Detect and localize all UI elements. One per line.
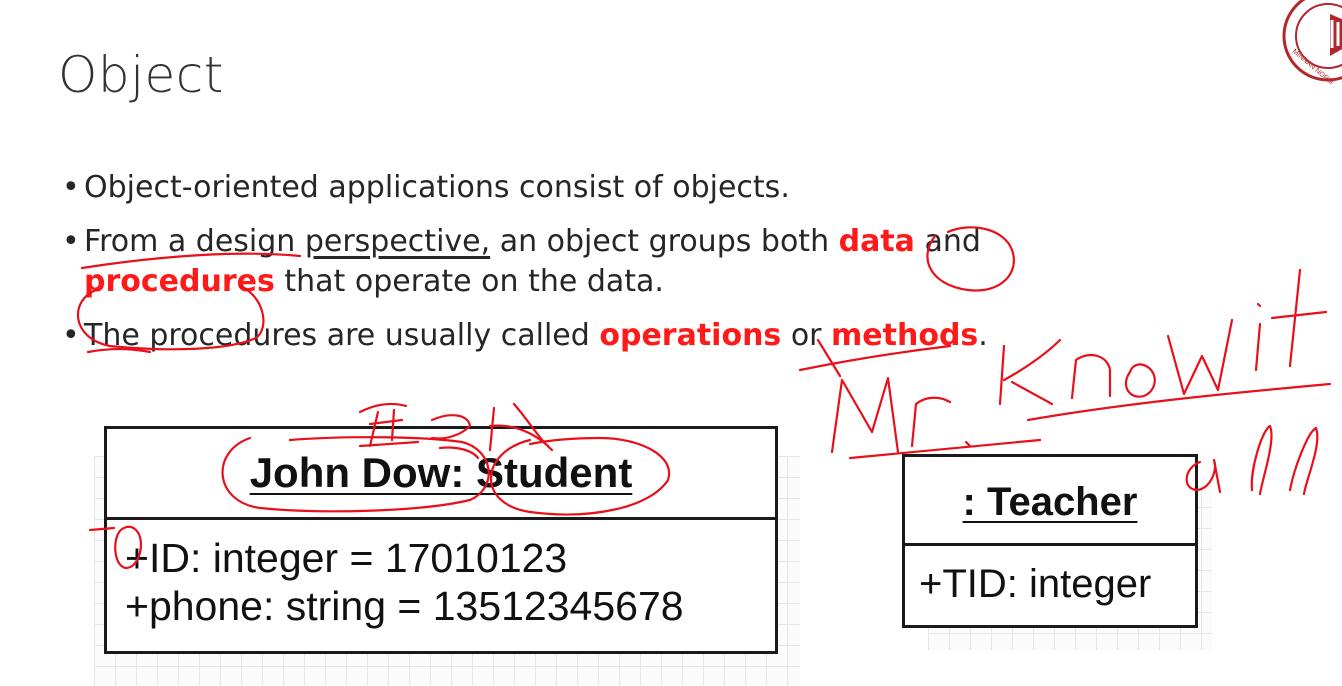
bullet-2-text-c: and [914, 224, 981, 259]
keyword-procedures: procedures [84, 264, 275, 299]
bullet-3-text-a: The procedures are usually called [84, 318, 600, 353]
bullet-2-text-a: From a design [84, 224, 305, 259]
bullet-1-text: Object-oriented applications consist of … [84, 170, 790, 205]
student-object-header: John Dow: Student [107, 429, 775, 520]
keyword-data: data [838, 224, 915, 259]
teacher-attributes: +TID: integer [905, 546, 1195, 608]
bullet-3: The procedures are usually called operat… [62, 316, 1182, 356]
keyword-operations: operations [599, 318, 782, 353]
bullet-2-text-d: that operate on the data. [274, 264, 664, 299]
bullet-1: Object-oriented applications consist of … [62, 168, 1182, 208]
bullet-2-text-b: an object groups both [490, 224, 839, 259]
student-attributes: +ID: integer = 17010123 +phone: string =… [107, 520, 775, 630]
keyword-methods: methods [831, 318, 979, 353]
student-attribute-phone: +phone: string = 13512345678 [125, 583, 684, 629]
ink-word-all [1185, 424, 1319, 496]
bullet-3-text-b: or [781, 318, 832, 353]
ink-letter-i [1254, 302, 1262, 372]
ink-underline-know [1026, 382, 1332, 422]
teacher-attribute-tid: +TID: integer [919, 562, 1152, 606]
uml-object-student: John Dow: Student +ID: integer = 1701012… [104, 426, 778, 654]
student-attribute-id: +ID: integer = 17010123 [125, 535, 568, 581]
ink-dot [964, 440, 972, 448]
university-seal-logo: MINNAN NORM [1282, 0, 1342, 86]
ink-letter-r [910, 396, 952, 448]
ink-letter-t [1270, 268, 1328, 368]
bullet-list: Object-oriented applications consist of … [62, 168, 1182, 370]
slide-title: Object [58, 46, 224, 104]
bullet-2: From a design perspective, an object gro… [62, 222, 1182, 302]
bullet-2-underlined: perspective, [304, 224, 491, 259]
uml-object-teacher: : Teacher +TID: integer [902, 454, 1198, 628]
teacher-object-header: : Teacher [905, 457, 1195, 546]
bullet-3-text-c: . [978, 318, 988, 353]
ink-letter-m [830, 376, 900, 454]
